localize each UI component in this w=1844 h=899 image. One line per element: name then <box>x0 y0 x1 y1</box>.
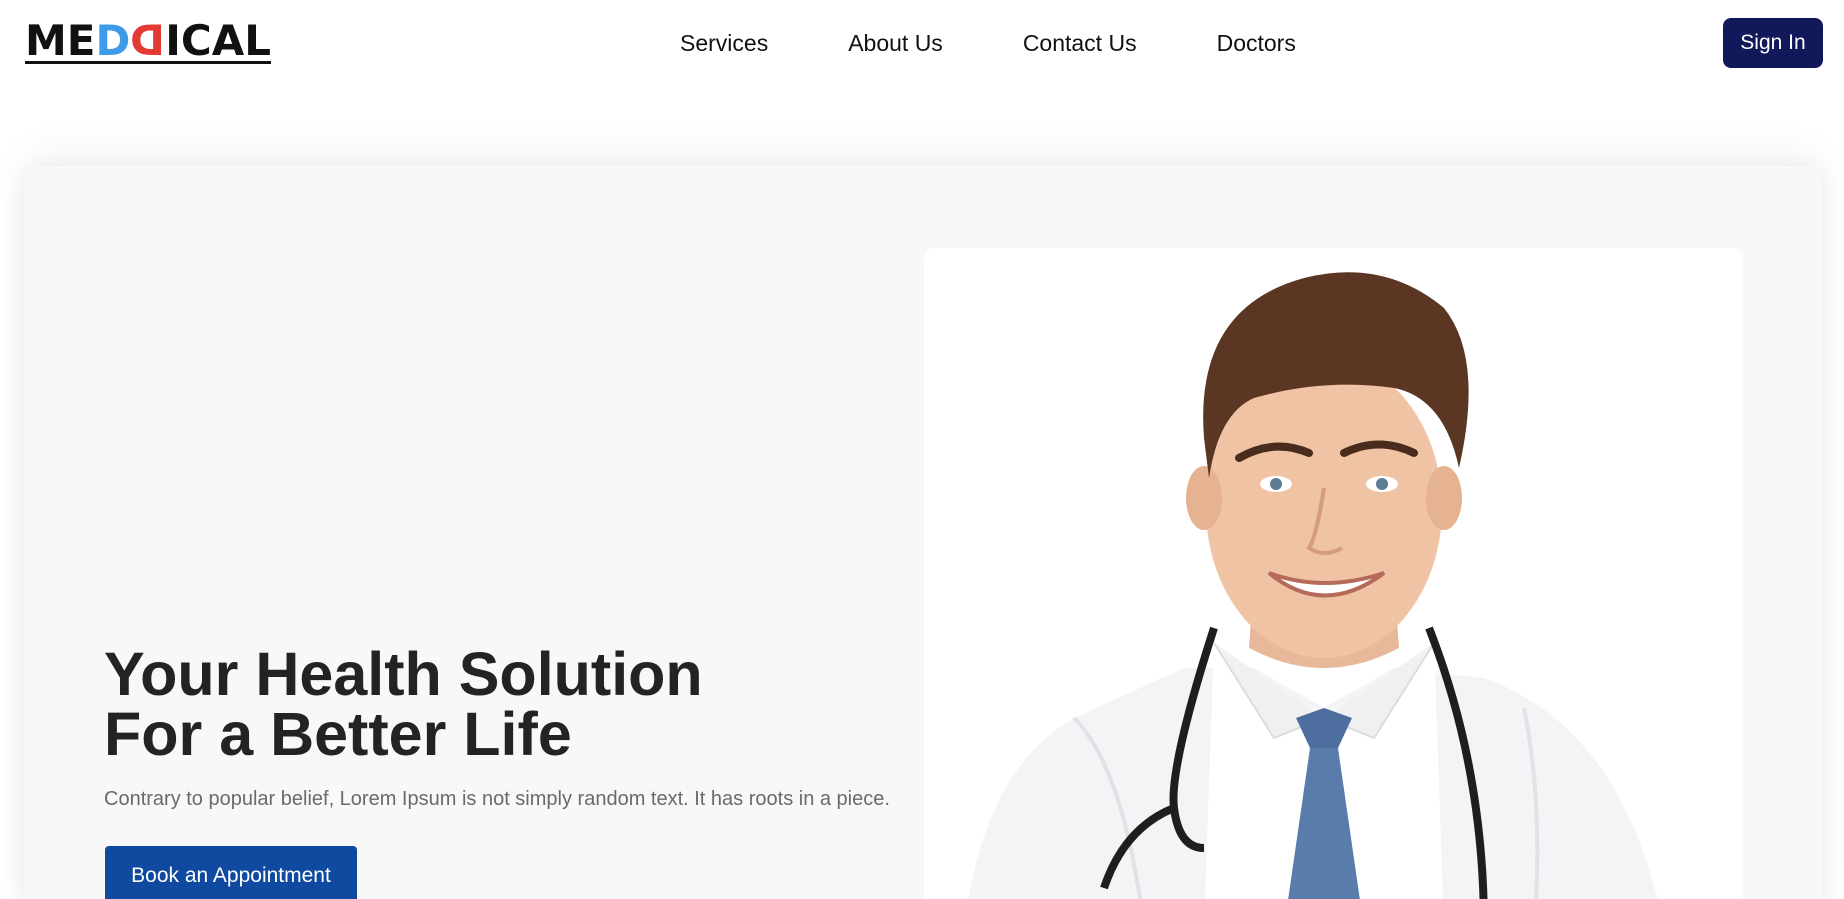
site-header: ME D D ICAL Services About Us Contact Us Do… <box>0 0 1844 86</box>
book-appointment-button[interactable]: Book an Appointment <box>105 846 357 899</box>
hero-description: Contrary to popular belief, Lorem Ipsum … <box>104 788 890 810</box>
logo-underline <box>25 61 271 64</box>
nav-link-services[interactable]: Services <box>680 28 768 58</box>
logo-text-part4: ICAL <box>165 16 271 65</box>
hero-title-line1: Your Health Solution <box>104 640 703 708</box>
logo-text-part3: D <box>130 16 166 65</box>
nav-link-contact-us[interactable]: Contact Us <box>1023 28 1137 58</box>
doctor-photo <box>924 248 1743 899</box>
brand-logo[interactable]: ME D D ICAL <box>25 16 271 65</box>
logo-text-part2: D <box>95 16 131 65</box>
hero-title: Your Health Solution For a Better Life <box>104 640 924 768</box>
nav-link-about-us[interactable]: About Us <box>848 28 943 58</box>
sign-in-button[interactable]: Sign In <box>1723 18 1823 68</box>
hero-title-line2: For a Better Life <box>104 700 572 768</box>
main-nav: Services About Us Contact Us Doctors <box>680 28 1296 58</box>
logo-text-part1: ME <box>25 16 96 65</box>
nav-link-doctors[interactable]: Doctors <box>1217 28 1296 58</box>
doctor-illustration <box>968 272 1658 899</box>
